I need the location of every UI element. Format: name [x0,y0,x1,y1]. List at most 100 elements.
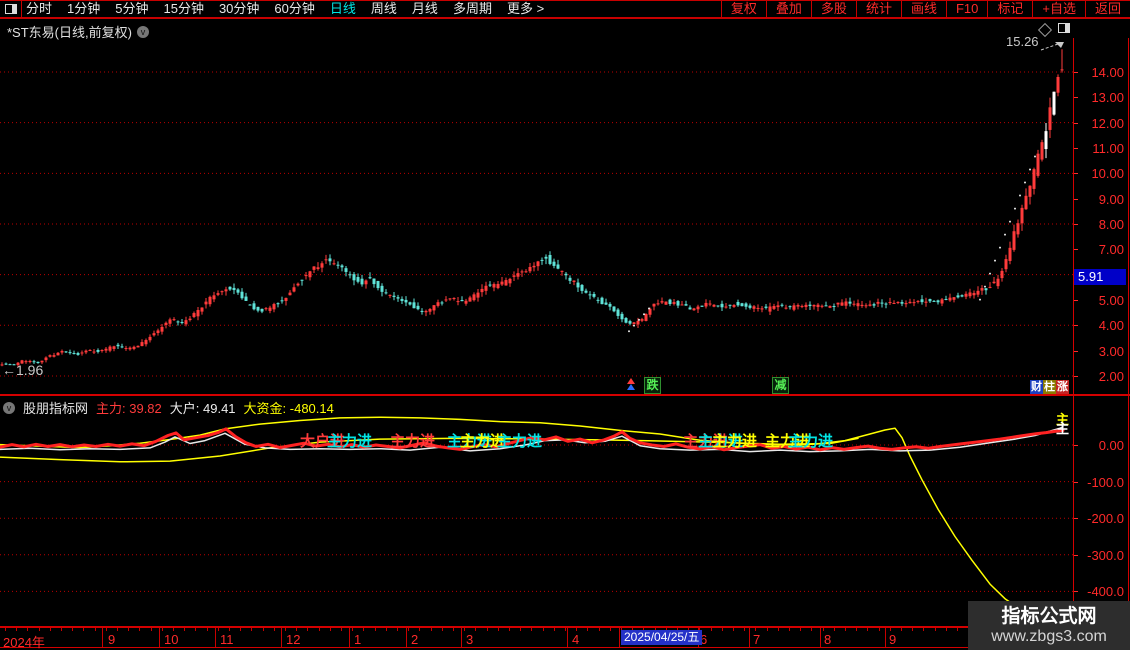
tab-more-menu[interactable]: 更多 > [507,1,544,17]
week-tick [733,628,734,631]
low-price-label: ←1.96 [2,362,44,378]
week-tick [162,628,163,631]
month-label: 8 [824,632,832,647]
week-tick [386,628,387,631]
month-separator [567,628,568,647]
tab-period-1min[interactable]: 1分钟 [67,1,100,17]
price-axis: 14.0013.0012.0011.0010.009.008.007.006.0… [1073,38,1130,394]
chevron-down-icon[interactable]: v [136,25,149,38]
month-label: 4 [572,632,580,647]
price-axis-label: 3.00 [1098,343,1124,359]
indicator-source: 股朋指标网 [23,401,89,416]
line-end-marker: 主 [1056,421,1070,436]
price-axis-label: 2.00 [1098,368,1124,384]
signal-badge-group: 财柱涨 [1030,380,1069,395]
tab-period-15min[interactable]: 15分钟 [163,1,203,17]
price-axis-label: 12.00 [1091,115,1124,131]
tab-period-monthly[interactable]: 月线 [412,1,438,17]
week-tick [755,628,756,631]
week-tick [744,628,745,631]
indicator-axis-label: -300.0 [1087,547,1124,563]
action-menu: 复权 叠加 多股 统计 画线 F10 标记 +自选 返回 [720,1,1130,17]
add-watchlist-button[interactable]: +自选 [1032,1,1085,17]
signal-cell: 柱 [1043,380,1056,395]
week-tick [901,628,902,631]
week-tick [285,628,286,631]
axis-border-right [1128,38,1129,648]
week-tick [778,628,779,631]
high-price-label: 15.26 [1006,34,1039,49]
week-tick [50,628,51,631]
time-axis[interactable]: 2024年 9 10 11 12 1 2 3 4 6 7 8 9 2025/04/25/五 [0,626,1130,650]
stats-button[interactable]: 统计 [855,1,901,17]
week-tick [576,628,577,631]
high-arrow-icon [1040,42,1064,51]
tab-period-multi[interactable]: 多周期 [453,1,492,17]
back-button[interactable]: 返回 [1084,1,1130,17]
week-tick [117,628,118,631]
indicator-axis: 0.00 -100.0 -200.0 -300.0 -400.0 [1073,396,1130,626]
multi-stock-button[interactable]: 多股 [810,1,856,17]
tab-period-daily[interactable]: 日线 [330,1,356,17]
panel-chevron-icon[interactable]: v [3,401,15,414]
week-tick [823,628,824,631]
week-tick [419,628,420,631]
price-axis-label: 4.00 [1098,318,1124,334]
week-tick [5,628,6,631]
f10-button[interactable]: F10 [945,1,987,17]
tab-period-60min[interactable]: 60分钟 [274,1,314,17]
week-tick [879,628,880,631]
week-tick [173,628,174,631]
week-tick [464,628,465,631]
month-separator [281,628,282,647]
selected-price-badge: 5.91 [1074,268,1126,285]
week-tick [319,628,320,631]
price-axis-label: 11.00 [1092,140,1124,156]
week-tick [957,628,958,631]
week-tick [16,628,17,631]
mark-button[interactable]: 标记 [987,1,1032,17]
week-tick [935,628,936,631]
period-menu: 分时 1分钟 5分钟 15分钟 30分钟 60分钟 日线 周线 月线 多周期 更多 > [26,1,544,17]
window-icon[interactable] [1058,23,1070,33]
week-tick [610,628,611,631]
indicator-axis-label: -400.0 [1087,584,1124,600]
tab-period-fenshi[interactable]: 分时 [26,1,52,17]
week-tick [330,628,331,631]
week-tick [218,628,219,631]
main-candle-chart[interactable] [0,38,1073,394]
overlay-button[interactable]: 叠加 [765,1,811,17]
month-label: 12 [286,632,301,647]
month-label: 2 [411,632,419,647]
week-tick [531,628,532,631]
week-tick [475,628,476,631]
indicator-panel[interactable] [0,396,1073,626]
week-tick [39,628,40,631]
week-tick [923,628,924,631]
draw-line-button[interactable]: 画线 [900,1,946,17]
week-tick [408,628,409,631]
month-label: 11 [220,632,234,647]
trading-app-window: 分时 1分钟 5分钟 15分钟 30分钟 60分钟 日线 周线 月线 多周期 更多 > 复权 叠加 多股… [0,0,1130,650]
tab-period-5min[interactable]: 5分钟 [115,1,148,17]
diamond-icon[interactable] [1037,22,1053,38]
up-triangle-icon [627,384,635,390]
tab-period-30min[interactable]: 30分钟 [219,1,259,17]
legend-item: 主力: 39.82 [96,401,162,416]
window-split-icon[interactable] [5,4,17,14]
week-tick [139,628,140,631]
watermark-title: 指标公式网 [1001,605,1097,627]
week-tick [845,628,846,631]
month-separator [406,628,407,647]
week-tick [509,628,510,631]
price-axis-label: 9.00 [1098,191,1124,207]
week-tick [95,628,96,631]
adjust-button[interactable]: 复权 [720,1,766,17]
week-tick [554,628,555,631]
tab-period-weekly[interactable]: 周线 [371,1,397,17]
month-separator [749,628,750,647]
week-tick [520,628,521,631]
week-tick [565,628,566,631]
signal-badge: 减 [772,377,789,394]
month-label: 2024年 [3,635,45,650]
